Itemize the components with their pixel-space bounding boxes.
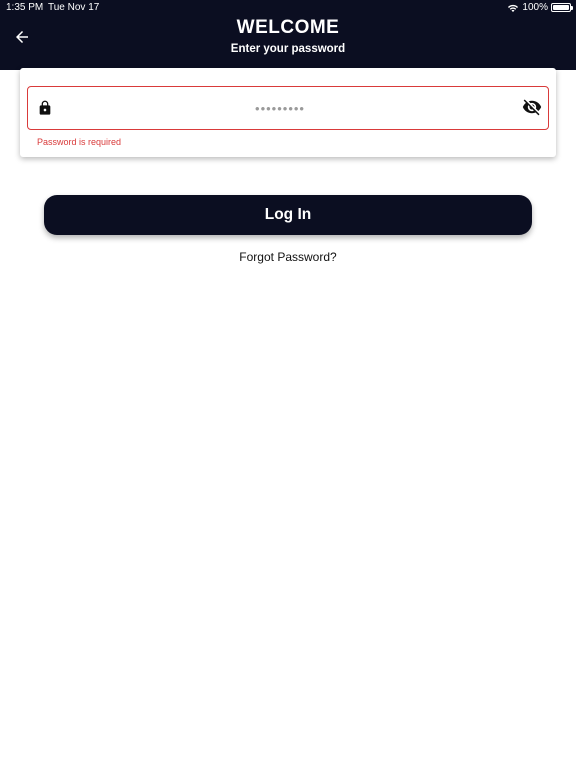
login-button[interactable]: Log In (44, 195, 532, 235)
password-card: Password is required (20, 68, 556, 157)
status-indicators: 100% (507, 2, 573, 13)
page-subtitle: Enter your password (230, 43, 346, 55)
battery-percent: 100% (522, 2, 548, 13)
battery-icon (551, 3, 573, 12)
header-bar: 1:35 PM Tue Nov 17 100% WELCOME Enter yo… (0, 0, 576, 70)
password-error: Password is required (37, 137, 122, 147)
page-title: WELCOME (236, 17, 340, 38)
forgot-password-link[interactable]: Forgot Password? (0, 250, 576, 264)
status-time: 1:35 PM (6, 2, 44, 13)
password-field[interactable] (27, 86, 549, 130)
lock-icon (39, 100, 51, 115)
wifi-icon (508, 4, 519, 12)
status-date: Tue Nov 17 (48, 2, 100, 13)
status-bar: 1:35 PM Tue Nov 17 100% (0, 0, 576, 16)
eye-off-icon[interactable] (522, 97, 542, 117)
password-input[interactable] (68, 87, 492, 129)
